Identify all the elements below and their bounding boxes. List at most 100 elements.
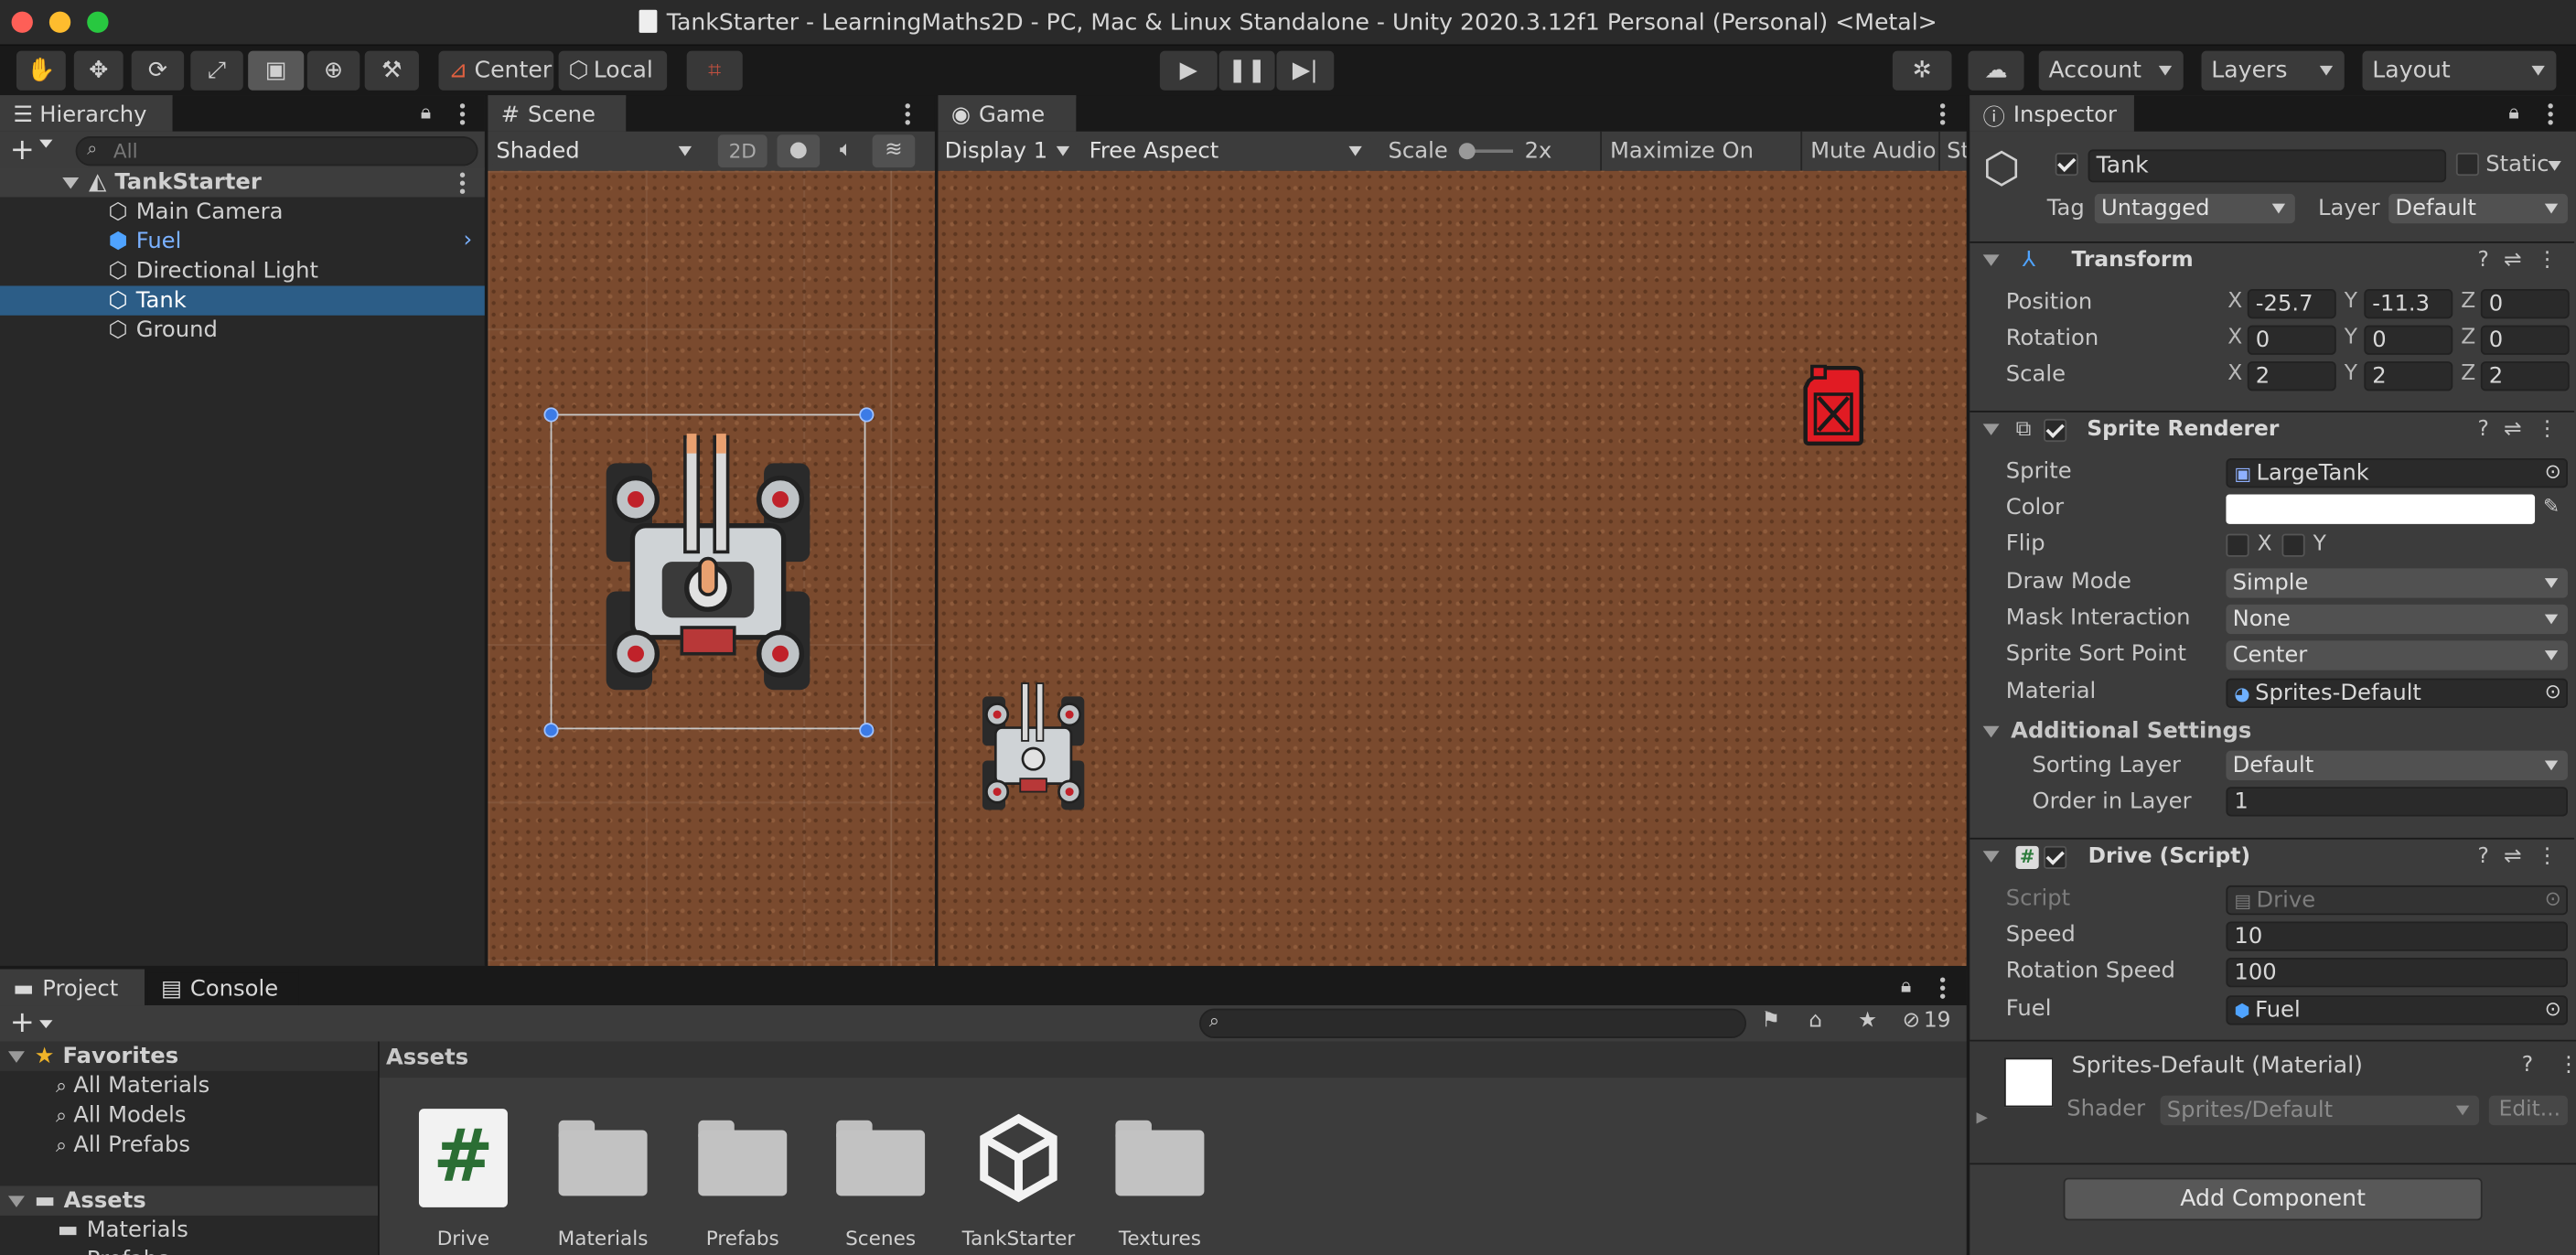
flip-x-checkbox[interactable] [2226, 533, 2249, 557]
color-swatch[interactable] [2226, 494, 2536, 524]
eyedropper-icon[interactable]: ✎ [2543, 495, 2560, 518]
add-icon[interactable]: + [10, 1005, 35, 1040]
order-in-layer-field[interactable]: 1 [2226, 787, 2568, 817]
chevron-right-icon[interactable]: › [463, 227, 472, 253]
hierarchy-search-input[interactable]: ⌕ All [75, 136, 478, 166]
help-icon[interactable]: ? [2478, 248, 2489, 273]
account-dropdown[interactable]: Account [2038, 50, 2184, 91]
layers-dropdown[interactable]: Layers [2201, 50, 2345, 91]
search-by-type-icon[interactable]: ⚑ [1761, 1009, 1780, 1034]
position-y-field[interactable]: -11.3 [2364, 289, 2453, 319]
component-menu-icon[interactable]: ⋮ [2537, 417, 2558, 442]
tab-game[interactable]: ◉ Game [938, 95, 1077, 132]
scale-z-field[interactable]: 2 [2480, 361, 2570, 392]
component-menu-icon[interactable]: ⋮ [2537, 844, 2558, 869]
project-menu-icon[interactable] [1939, 977, 1946, 999]
tab-scene[interactable]: # Scene [488, 95, 627, 132]
sprite-renderer-header[interactable]: ⧉ Sprite Renderer ? ⇌ ⋮ [1970, 410, 2575, 447]
scene-menu-icon[interactable] [459, 172, 466, 194]
asset-tile-scene[interactable]: TankStarter [961, 1109, 1077, 1250]
sorting-layer-dropdown[interactable]: Default [2226, 750, 2568, 781]
scene-menu-icon[interactable] [905, 103, 910, 125]
tab-console[interactable]: ▤ Console [147, 969, 299, 1006]
help-icon[interactable]: ? [2522, 1053, 2533, 1078]
shading-mode-dropdown[interactable]: Shaded [490, 136, 702, 166]
additional-settings-foldout[interactable]: Additional Settings [1982, 716, 2251, 745]
material-field[interactable]: ◕ Sprites-Default ⊙ [2226, 678, 2568, 708]
space-toggle[interactable]: ⬡ Local [558, 50, 668, 91]
hierarchy-item-tank[interactable]: ⬡ Tank [0, 285, 485, 316]
object-picker-icon[interactable]: ⊙ [2545, 460, 2561, 483]
favorite-item[interactable]: ⌕ All Materials [0, 1071, 378, 1100]
search-by-label-icon[interactable]: ⌂ [1809, 1009, 1822, 1034]
grid-snap-button[interactable]: ⌗ [686, 50, 743, 91]
favorite-item[interactable]: ⌕ All Prefabs [0, 1131, 378, 1160]
asset-tile-folder[interactable]: Prefabs [685, 1109, 800, 1250]
hierarchy-item-main-camera[interactable]: ⬡ Main Camera [0, 197, 485, 226]
rotate-tool-button[interactable]: ⟳ [131, 50, 185, 91]
game-menu-icon[interactable] [1939, 103, 1946, 125]
asset-tile-drive[interactable]: # Drive [406, 1109, 521, 1250]
foldout-arrow-icon[interactable] [1982, 424, 2000, 435]
lock-icon[interactable]: 🔒︎ [2508, 101, 2518, 125]
scale-slider-thumb[interactable] [1458, 143, 1476, 160]
tag-dropdown[interactable]: Untagged [2094, 193, 2295, 224]
help-icon[interactable]: ? [2478, 844, 2489, 869]
mask-interaction-dropdown[interactable]: None [2226, 604, 2568, 635]
tab-hierarchy[interactable]: ☰ Hierarchy [0, 95, 173, 132]
add-icon[interactable]: + [10, 133, 35, 167]
transform-tool-button[interactable]: ⊕ [306, 50, 360, 91]
cloud-button[interactable]: ☁ [1968, 50, 2024, 91]
drive-script-header[interactable]: # Drive (Script) ? ⇌ ⋮ [1970, 837, 2575, 874]
static-chevron-icon[interactable] [2548, 160, 2561, 171]
step-button[interactable]: ▶| [1276, 50, 1335, 91]
lighting-toggle[interactable]: ● [777, 134, 821, 168]
project-search-input[interactable]: ⌕ [1199, 1008, 1747, 1038]
asset-tile-folder[interactable]: Materials [545, 1109, 660, 1250]
scene-root-row[interactable]: ◭ TankStarter [0, 167, 485, 198]
object-picker-icon[interactable]: ⊙ [2545, 680, 2561, 703]
stats-toggle[interactable]: St [1938, 131, 1967, 171]
sprite-renderer-enabled-checkbox[interactable] [2044, 418, 2067, 443]
tree-folder-item[interactable]: ▬ Materials [0, 1216, 378, 1245]
move-tool-button[interactable]: ✥ [73, 50, 123, 91]
expand-arrow-icon[interactable] [62, 177, 80, 188]
transform-header[interactable]: ⅄ Transform ? ⇌ ⋮ [1970, 241, 2575, 278]
rect-handle[interactable] [543, 723, 559, 738]
rotation-z-field[interactable]: 0 [2480, 325, 2570, 355]
lock-icon[interactable]: 🔒︎ [1901, 974, 1911, 999]
hidden-packages-toggle[interactable]: ⊘ 19 [1903, 1009, 1951, 1034]
inspector-menu-icon[interactable] [2548, 103, 2553, 125]
preset-icon[interactable]: ⇌ [2504, 844, 2522, 869]
help-icon[interactable]: ? [2478, 417, 2489, 442]
speed-field[interactable]: 10 [2226, 921, 2568, 951]
lock-icon[interactable]: 🔒︎ [421, 101, 431, 125]
hierarchy-menu-icon[interactable] [459, 103, 466, 125]
add-component-button[interactable]: Add Component [2063, 1177, 2483, 1221]
rect-handle[interactable] [859, 407, 875, 423]
asset-tile-folder[interactable]: Scenes [823, 1109, 939, 1250]
sort-point-dropdown[interactable]: Center [2226, 640, 2568, 670]
drive-enabled-checkbox[interactable] [2044, 845, 2067, 869]
foldout-arrow-icon[interactable]: ▶ [1976, 1110, 1987, 1127]
collab-button[interactable]: ✲ [1892, 50, 1952, 91]
layer-dropdown[interactable]: Default [2388, 193, 2568, 224]
position-z-field[interactable]: 0 [2480, 289, 2570, 319]
audio-toggle[interactable]: 🔈︎ [826, 134, 865, 167]
favorite-star-icon[interactable]: ★ [1858, 1009, 1877, 1034]
scale-tool-button[interactable]: ⤢ [190, 50, 243, 91]
hierarchy-item-directional-light[interactable]: ⬡ Directional Light [0, 256, 485, 285]
draw-mode-dropdown[interactable]: Simple [2226, 568, 2568, 598]
flip-y-checkbox[interactable] [2281, 533, 2305, 557]
fuel-field[interactable]: ⬢ Fuel ⊙ [2226, 995, 2568, 1025]
rect-handle[interactable] [859, 723, 875, 738]
favorites-row[interactable]: ★ Favorites [0, 1041, 379, 1071]
maximize-on-play-toggle[interactable]: Maximize On Play [1600, 131, 1800, 171]
tab-inspector[interactable]: ⓘ Inspector [1970, 95, 2134, 132]
display-dropdown[interactable]: Display 1 [938, 136, 1079, 166]
scale-x-field[interactable]: 2 [2247, 361, 2336, 392]
preset-icon[interactable]: ⇌ [2504, 248, 2522, 273]
scene-viewport[interactable] [488, 170, 935, 966]
static-checkbox[interactable] [2455, 153, 2480, 177]
2d-toggle[interactable]: 2D [717, 134, 767, 168]
